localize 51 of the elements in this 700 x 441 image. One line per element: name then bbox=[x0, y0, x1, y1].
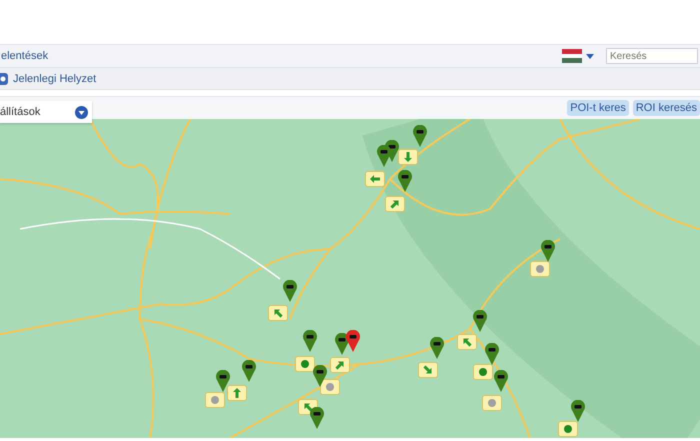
menu-link[interactable]: elentések bbox=[1, 50, 48, 62]
arrow-icon bbox=[303, 402, 313, 412]
arrow-icon bbox=[390, 199, 400, 209]
status-marker[interactable] bbox=[295, 356, 315, 372]
search-field[interactable]: Keresés bbox=[606, 48, 698, 64]
dropdown-icon bbox=[75, 106, 88, 118]
settings-dropdown[interactable]: állítások bbox=[0, 101, 92, 123]
vehicle-pin[interactable] bbox=[346, 330, 360, 352]
flag-icon[interactable] bbox=[562, 49, 582, 63]
vehicle-pin[interactable] bbox=[283, 280, 297, 302]
status-marker[interactable] bbox=[558, 421, 578, 437]
caret-icon[interactable] bbox=[586, 54, 594, 58]
arrow-icon bbox=[335, 360, 345, 370]
vehicle-pin[interactable] bbox=[485, 343, 499, 365]
search-button[interactable]: ROI keresés bbox=[632, 100, 700, 116]
status-marker[interactable] bbox=[330, 357, 350, 373]
status-marker[interactable] bbox=[418, 362, 438, 378]
status-marker[interactable] bbox=[320, 379, 340, 395]
vehicle-pin[interactable] bbox=[303, 330, 317, 352]
status-marker[interactable] bbox=[473, 364, 493, 380]
vehicle-pin[interactable] bbox=[413, 125, 427, 147]
vehicle-pin[interactable] bbox=[541, 240, 555, 262]
vehicle-pin[interactable] bbox=[216, 370, 230, 392]
vehicle-pin[interactable] bbox=[313, 365, 327, 387]
arrow-icon bbox=[232, 388, 242, 398]
status-marker[interactable] bbox=[268, 305, 288, 321]
search-button[interactable]: POI-t keres bbox=[567, 100, 629, 116]
vehicle-pin[interactable] bbox=[571, 400, 585, 422]
vehicle-pin[interactable] bbox=[310, 407, 324, 429]
vehicle-pin[interactable] bbox=[473, 310, 487, 332]
vehicle-pin[interactable] bbox=[242, 360, 256, 382]
vehicle-pin[interactable] bbox=[494, 370, 508, 392]
vehicle-pin[interactable] bbox=[398, 170, 412, 192]
status-marker[interactable] bbox=[398, 149, 418, 165]
vehicle-pin[interactable] bbox=[377, 145, 391, 167]
arrow-icon bbox=[423, 365, 433, 375]
status-marker[interactable] bbox=[385, 196, 405, 212]
vehicle-pin[interactable] bbox=[335, 333, 349, 355]
arrow-icon bbox=[462, 337, 472, 347]
status-marker[interactable] bbox=[365, 171, 385, 187]
status-marker[interactable] bbox=[205, 392, 225, 408]
status-marker[interactable] bbox=[482, 395, 502, 411]
arrow-icon bbox=[273, 308, 283, 318]
status-marker[interactable] bbox=[530, 261, 550, 277]
status-marker[interactable] bbox=[457, 334, 477, 350]
position-icon bbox=[0, 72, 9, 84]
page-title: Jelenlegi Helyzet bbox=[13, 72, 96, 84]
vehicle-pin[interactable] bbox=[430, 337, 444, 359]
arrow-icon bbox=[370, 174, 380, 184]
arrow-icon bbox=[403, 152, 413, 162]
status-marker[interactable] bbox=[227, 385, 247, 401]
